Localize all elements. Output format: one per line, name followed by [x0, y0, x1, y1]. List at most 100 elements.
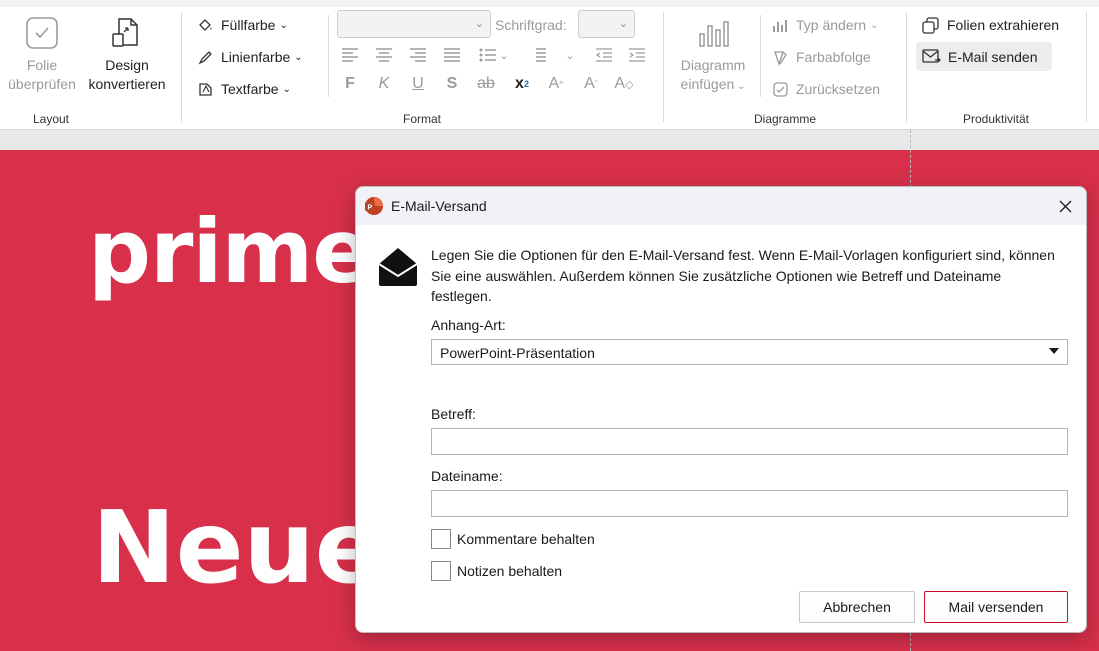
color-sequence-icon [774, 50, 787, 66]
kommentare-label: Kommentare behalten [457, 531, 595, 547]
notizen-option[interactable]: Notizen behalten [431, 561, 562, 581]
betreff-input[interactable] [431, 428, 1068, 455]
extract-slides-icon [922, 16, 939, 34]
chevron-down-icon: ⌄ [618, 18, 628, 30]
diagramm-einfuegen-button[interactable]: Diagramm einfügen ⌄ [674, 16, 752, 96]
fill-color-icon [199, 18, 212, 31]
cancel-button[interactable]: Abbrechen [799, 591, 915, 623]
chevron-down-icon[interactable]: ⌄ [564, 44, 576, 66]
farbabfolge-label: Farbabfolge [796, 49, 871, 65]
bar-chart-icon [699, 21, 729, 47]
shrink-font-icon[interactable]: Aˇ [579, 73, 603, 95]
group-label-layout: Layout [32, 112, 70, 126]
design-label-line2: konvertieren [88, 76, 166, 92]
kommentare-checkbox[interactable] [431, 529, 451, 549]
textfarbe-label: Textfarbe [221, 81, 279, 97]
ribbon-top-strip [0, 0, 1099, 7]
linienfarbe-button[interactable]: Linienfarbe ⌄ [197, 44, 303, 70]
schriftgrad-label: Schriftgrad: [495, 17, 567, 33]
group-diagramme: Diagramm einfügen ⌄ Typ ändern ⌄ Farbabfo… [664, 7, 906, 130]
line-spacing-icon[interactable] [526, 44, 550, 66]
chevron-down-icon: ⌄ [279, 19, 288, 31]
send-mail-icon [922, 49, 941, 63]
convert-design-icon [112, 18, 138, 47]
dateiname-label: Dateiname: [431, 468, 503, 484]
dateiname-input[interactable] [431, 490, 1068, 517]
group-format: Füllfarbe ⌄ Linienfarbe ⌄ Textfarbe ⌄ ⌄ Sch… [182, 7, 662, 130]
chevron-down-icon[interactable]: ⌄ [498, 44, 510, 66]
open-envelope-icon [378, 248, 418, 286]
email-dialog: P E-Mail-Versand Legen Sie die Optionen … [355, 186, 1087, 633]
group-produktivitaet: Folien extrahieren E-Mail senden Produkt… [907, 7, 1085, 130]
superscript-icon[interactable]: x2 [510, 73, 534, 95]
kommentare-option[interactable]: Kommentare behalten [431, 529, 595, 549]
typ-aendern-label: Typ ändern [796, 17, 867, 33]
increase-indent-icon[interactable] [625, 44, 649, 66]
bold-icon[interactable]: F [338, 73, 362, 95]
chevron-down-icon: ⌄ [282, 83, 291, 95]
diagramme-inner-separator [760, 15, 761, 97]
ribbon: Folie überprüfen Design konvertieren Lay… [0, 0, 1099, 130]
fuellfarbe-button[interactable]: Füllfarbe ⌄ [197, 12, 288, 38]
powerpoint-app-icon: P [365, 197, 383, 215]
linienfarbe-label: Linienfarbe [221, 49, 291, 65]
align-center-icon[interactable] [372, 44, 396, 66]
bullet-list-icon[interactable] [476, 44, 500, 66]
italic-icon[interactable]: K [372, 73, 396, 95]
underline-icon[interactable]: U [406, 73, 430, 95]
group-label-format: Format [402, 112, 441, 126]
zuruecksetzen-label: Zurücksetzen [796, 81, 881, 97]
grow-font-icon[interactable]: A ^ [544, 73, 568, 95]
reset-icon [773, 81, 788, 97]
shadow-icon[interactable]: S [440, 73, 464, 95]
text-color-icon [199, 82, 212, 96]
farbabfolge-button[interactable]: Farbabfolge [772, 44, 871, 70]
font-size-combo[interactable]: ⌄ [578, 10, 635, 38]
folie-label-line1: Folie [26, 57, 58, 73]
svg-text:P: P [368, 205, 373, 212]
dialog-description: Legen Sie die Optionen für den E-Mail-Ve… [431, 247, 1055, 304]
folien-extrahieren-button[interactable]: Folien extrahieren [921, 12, 1059, 38]
dialog-titlebar[interactable]: P E-Mail-Versand [356, 187, 1086, 225]
send-mail-button[interactable]: Mail versenden [924, 591, 1068, 623]
group-label-diagramme: Diagramme [753, 112, 816, 126]
chevron-down-icon: ⌄ [294, 51, 303, 63]
anhang-art-value: PowerPoint-Präsentation [440, 345, 595, 361]
anhang-art-label: Anhang-Art: [431, 317, 506, 333]
close-button[interactable] [1054, 195, 1076, 217]
diagramm-label-line1: Diagramm [680, 57, 746, 73]
email-senden-button[interactable]: E-Mail senden [916, 42, 1052, 71]
design-konvertieren-button[interactable]: Design konvertieren [84, 16, 170, 94]
font-family-combo[interactable]: ⌄ [337, 10, 491, 38]
anhang-art-select[interactable]: PowerPoint-Präsentation [431, 339, 1068, 365]
group-layout: Folie überprüfen Design konvertieren Lay… [0, 7, 180, 130]
check-slide-icon [26, 17, 58, 49]
chevron-down-icon: ⌄ [870, 19, 879, 31]
clear-format-icon[interactable]: A ◇ [612, 73, 636, 95]
textfarbe-button[interactable]: Textfarbe ⌄ [197, 76, 291, 102]
folie-label-line2: überprüfen [8, 76, 76, 92]
line-color-icon [198, 50, 212, 64]
dropdown-arrow-icon [1049, 348, 1059, 354]
folien-extrahieren-label: Folien extrahieren [947, 17, 1060, 33]
decrease-indent-icon[interactable] [592, 44, 616, 66]
diagramm-label-line2: einfügen [680, 76, 735, 92]
fuellfarbe-label: Füllfarbe [221, 17, 276, 33]
strikethrough-icon[interactable]: ab [474, 73, 498, 95]
chart-type-icon [773, 19, 787, 32]
typ-aendern-button[interactable]: Typ ändern ⌄ [772, 12, 878, 38]
close-icon [1059, 200, 1071, 212]
design-label-line1: Design [105, 57, 149, 73]
chevron-down-icon: ⌄ [474, 18, 484, 30]
zuruecksetzen-button[interactable]: Zurücksetzen [772, 76, 880, 102]
notizen-checkbox[interactable] [431, 561, 451, 581]
folie-ueberpruefen-button[interactable]: Folie überprüfen [4, 16, 80, 94]
ribbon-separator [1086, 12, 1087, 122]
format-inner-separator [328, 15, 329, 97]
email-senden-label: E-Mail senden [948, 48, 1038, 65]
notizen-label: Notizen behalten [457, 563, 563, 579]
align-justify-icon[interactable] [440, 44, 464, 66]
betreff-label: Betreff: [431, 406, 476, 422]
align-left-icon[interactable] [338, 44, 362, 66]
align-right-icon[interactable] [406, 44, 430, 66]
